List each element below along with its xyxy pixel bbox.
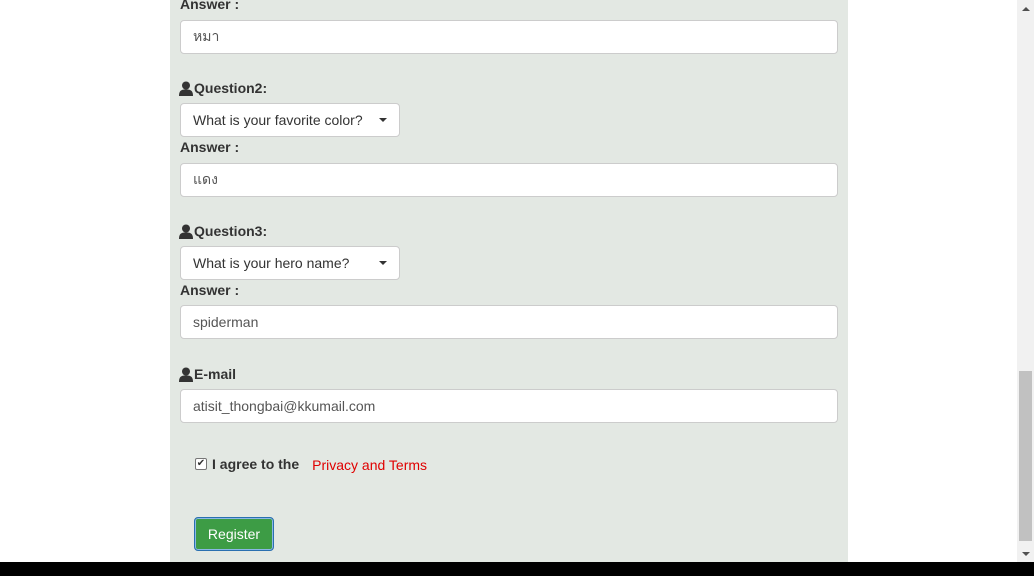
agree-text: I agree to the: [212, 456, 300, 472]
q3-answer-input[interactable]: spiderman: [180, 305, 838, 339]
email-input[interactable]: atisit_thongbai@kkumail.com: [180, 389, 838, 423]
register-button[interactable]: Register: [194, 517, 274, 551]
vertical-scrollbar[interactable]: [1017, 0, 1034, 562]
scroll-thumb[interactable]: [1019, 371, 1032, 541]
q1-answer-label: Answer :: [180, 0, 240, 12]
q1-answer-input[interactable]: หมา: [180, 20, 838, 54]
user-icon: [179, 367, 193, 382]
bottom-bar: [0, 562, 1034, 576]
agree-checkbox[interactable]: ✔: [195, 458, 207, 470]
q2-label: Question2:: [179, 80, 267, 96]
q3-label: Question3:: [179, 223, 267, 239]
page-viewport: Answer : หมา Question2: What is your fav…: [0, 0, 1034, 576]
user-icon: [179, 224, 193, 239]
chevron-down-icon: [1021, 551, 1030, 556]
q2-select[interactable]: What is your favorite color?: [180, 103, 400, 137]
scroll-down-button[interactable]: [1017, 545, 1034, 562]
q2-selected-value: What is your favorite color?: [193, 112, 363, 128]
q2-label-text: Question2:: [194, 80, 268, 96]
q2-answer-value: แดง: [193, 171, 218, 187]
agree-row: ✔ I agree to the Privacy and Terms: [195, 455, 427, 473]
q2-answer-input[interactable]: แดง: [180, 163, 838, 197]
chevron-down-icon: [379, 118, 387, 122]
user-icon: [179, 81, 193, 96]
email-label-text: E-mail: [194, 366, 237, 382]
q2-answer-label: Answer :: [180, 139, 240, 155]
q3-answer-label: Answer :: [180, 282, 240, 298]
email-value: atisit_thongbai@kkumail.com: [193, 398, 376, 414]
q1-answer-value: หมา: [193, 28, 220, 44]
q3-label-text: Question3:: [194, 223, 268, 239]
chevron-down-icon: [379, 261, 387, 265]
form-panel: [170, 0, 848, 562]
q3-answer-value: spiderman: [193, 314, 259, 330]
chevron-up-icon: [1021, 6, 1030, 11]
q3-selected-value: What is your hero name?: [193, 255, 350, 271]
scroll-up-button[interactable]: [1017, 0, 1034, 17]
email-label: E-mail: [179, 366, 236, 382]
privacy-terms-link[interactable]: Privacy and Terms: [312, 457, 427, 473]
q3-select[interactable]: What is your hero name?: [180, 246, 400, 280]
